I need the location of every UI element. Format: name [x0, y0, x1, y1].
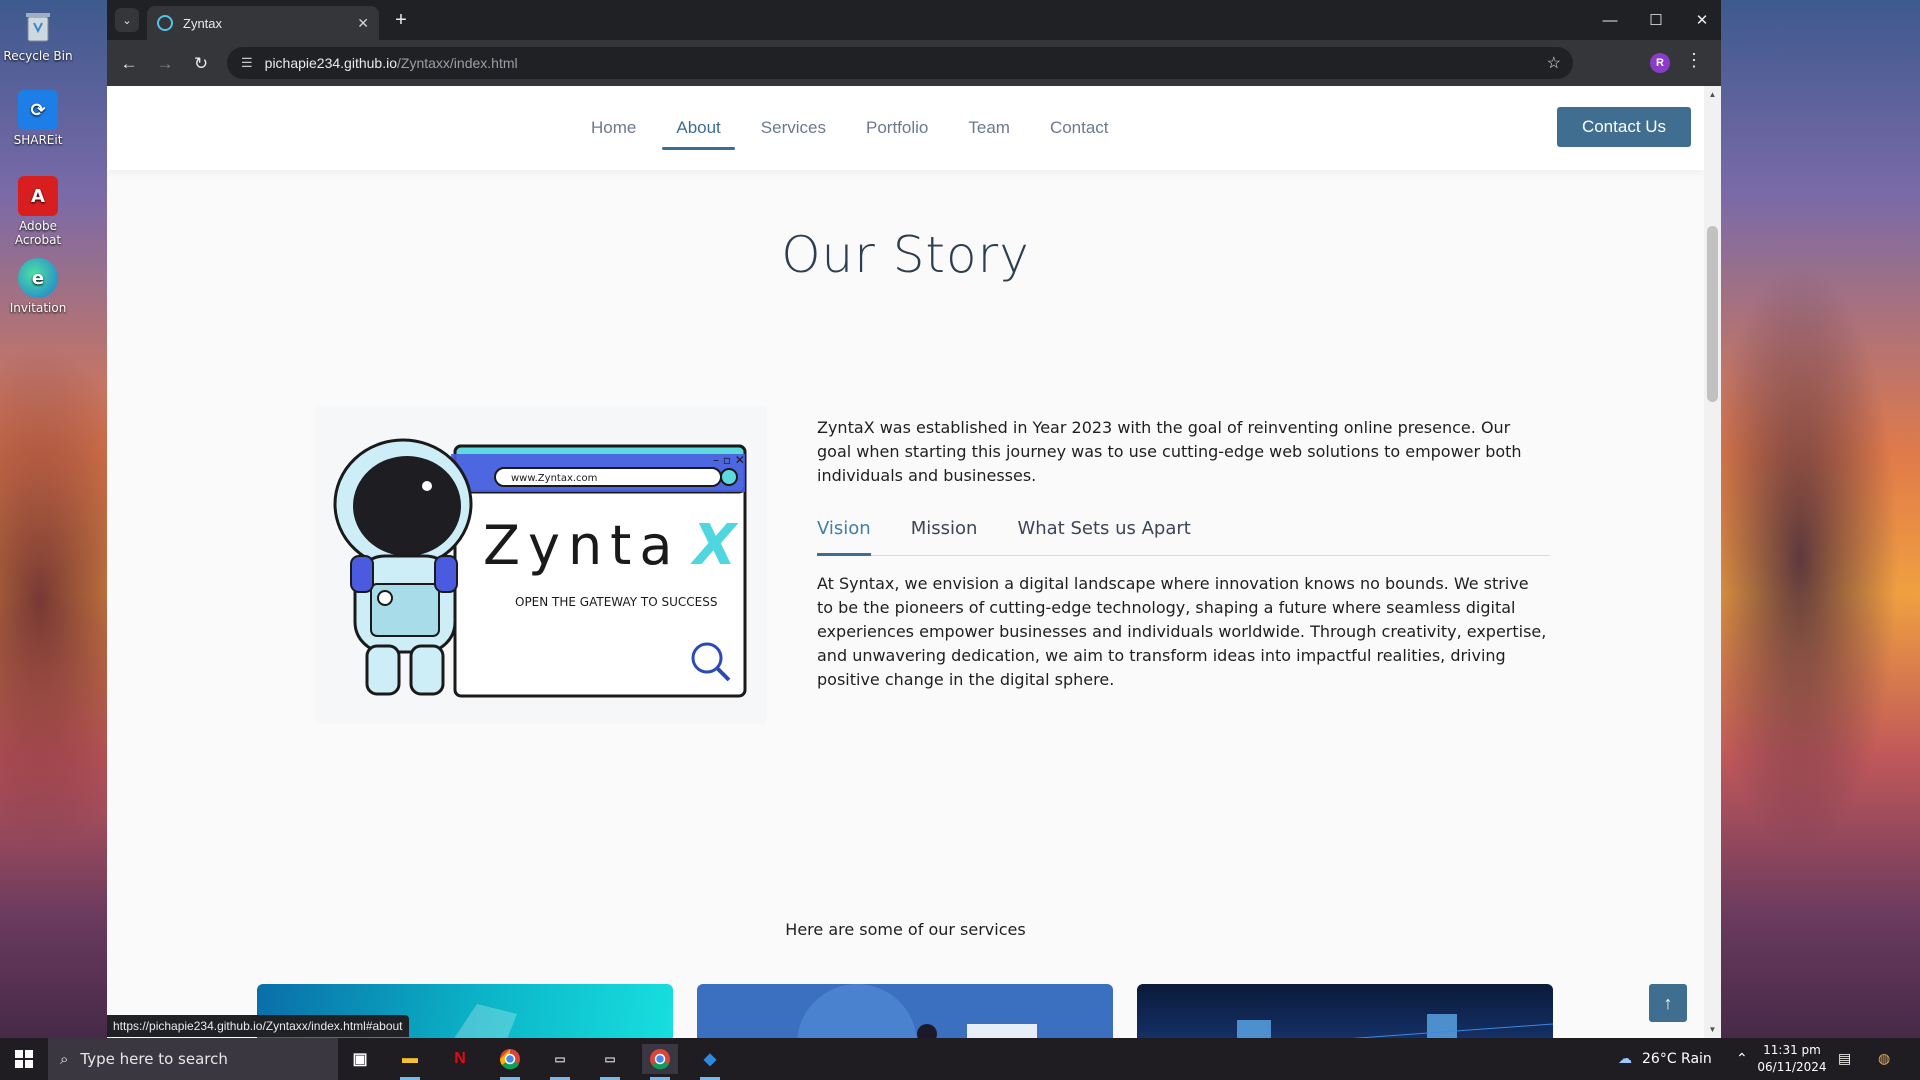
site-favicon-icon [157, 15, 173, 31]
desktop-icon-invitation[interactable]: e Invitation [0, 258, 76, 315]
tab-what-sets-us-apart[interactable]: What Sets us Apart [1017, 508, 1190, 555]
forward-button[interactable]: → [151, 50, 179, 78]
file-explorer-icon[interactable]: ▬ [392, 1044, 428, 1080]
close-tab-icon[interactable]: ✕ [357, 15, 369, 32]
tab-bar: ⌄ Zyntax ✕ + — ☐ ✕ [107, 0, 1721, 40]
main-nav: Home About Services Portfolio Team Conta… [571, 106, 1129, 150]
back-button[interactable]: ← [115, 50, 143, 78]
bookmark-star-icon[interactable]: ☆ [1547, 53, 1561, 73]
nav-services[interactable]: Services [741, 106, 846, 150]
app-window-icon-1[interactable]: ▭ [542, 1044, 578, 1080]
netflix-icon[interactable]: N [442, 1044, 478, 1074]
copilot-icon[interactable]: ◍ [1878, 1038, 1890, 1080]
page-viewport: Home About Services Portfolio Team Conta… [107, 86, 1704, 1038]
page-scrollbar[interactable]: ▲ ▼ [1704, 86, 1721, 1038]
browser-menu-icon[interactable]: ⋮ [1685, 50, 1703, 71]
shareit-icon: ⟳ [18, 90, 58, 130]
maximize-button[interactable]: ☐ [1633, 0, 1679, 40]
desktop-icon-shareit[interactable]: ⟳ SHAREit [0, 90, 76, 147]
adobe-acrobat-icon: A [18, 176, 58, 216]
story-tabs: Vision Mission What Sets us Apart [817, 508, 1550, 556]
notifications-icon[interactable]: ▤ [1838, 1038, 1851, 1080]
scrollbar-thumb[interactable] [1707, 226, 1718, 402]
scroll-up-arrow-icon[interactable]: ▲ [1708, 90, 1717, 99]
minimize-button[interactable]: — [1587, 0, 1633, 40]
app-window-icon-2[interactable]: ▭ [592, 1044, 628, 1080]
story-intro-text: ZyntaX was established in Year 2023 with… [817, 418, 1522, 485]
service-card-3[interactable] [1137, 984, 1553, 1038]
search-placeholder: Type here to search [80, 1050, 228, 1068]
nav-portfolio[interactable]: Portfolio [846, 106, 948, 150]
clock-date: 06/11/2024 [1757, 1060, 1827, 1074]
site-info-icon[interactable]: ☰ [241, 55, 253, 71]
taskbar-search[interactable]: ⌕ Type here to search [48, 1038, 338, 1080]
zyntax-hero-image: www.Zyntax.com – ▫ ✕ Zynta X OPEN THE GA… [315, 406, 767, 724]
browser-window: ⌄ Zyntax ✕ + — ☐ ✕ ← → ↻ ☰ pichapie234.g… [107, 0, 1721, 1038]
url-path: /Zyntaxx/index.html [397, 55, 518, 71]
windows-start-button[interactable] [0, 1038, 48, 1080]
tab-vision[interactable]: Vision [817, 508, 871, 556]
svg-text:www.Zyntax.com: www.Zyntax.com [511, 473, 597, 484]
status-bar-link: https://pichapie234.github.io/Zyntaxx/in… [107, 1015, 409, 1037]
close-window-button[interactable]: ✕ [1679, 0, 1721, 40]
address-bar[interactable]: ☰ pichapie234.github.io/Zyntaxx/index.ht… [227, 47, 1573, 79]
task-view-icon[interactable]: ▣ [342, 1044, 378, 1074]
reload-button[interactable]: ↻ [187, 50, 215, 78]
search-icon: ⌕ [60, 1050, 69, 1068]
nav-about[interactable]: About [656, 106, 740, 150]
vscode-icon[interactable]: ◆ [692, 1044, 728, 1080]
browser-tab[interactable]: Zyntax ✕ [147, 6, 379, 40]
svg-text:OPEN THE GATEWAY TO SUCCESS: OPEN THE GATEWAY TO SUCCESS [515, 595, 718, 609]
new-tab-button[interactable]: + [389, 8, 413, 32]
taskbar-clock[interactable]: 11:31 pm 06/11/2024 [1752, 1042, 1832, 1076]
browser-toolbar: ← → ↻ ☰ pichapie234.github.io/Zyntaxx/in… [107, 40, 1721, 86]
weather-rain-icon: ☁ [1618, 1051, 1632, 1067]
desktop-icon-recycle-bin[interactable]: Recycle Bin [0, 6, 76, 63]
tab-mission[interactable]: Mission [911, 508, 978, 555]
tab-title: Zyntax [183, 15, 223, 31]
clock-time: 11:31 pm [1763, 1043, 1821, 1057]
windows-logo-icon [15, 1050, 33, 1068]
tray-expand-icon[interactable]: ⌃ [1736, 1038, 1748, 1080]
desktop-icon-adobe-acrobat[interactable]: A Adobe Acrobat [0, 176, 76, 247]
services-caption: Here are some of our services [785, 920, 1026, 939]
taskbar: ⌕ Type here to search ▣ ▬ N ▭ ▭ ◆ ☁ 26°C… [0, 1038, 1920, 1080]
recycle-bin-icon [18, 6, 58, 46]
svg-text:Zynta: Zynta [483, 514, 680, 577]
svg-text:– ▫ ✕: – ▫ ✕ [713, 453, 745, 467]
page-title: Our Story [781, 226, 1030, 284]
nav-home[interactable]: Home [571, 106, 656, 150]
chrome-profile-icon[interactable] [642, 1044, 678, 1080]
scroll-down-arrow-icon[interactable]: ▼ [1708, 1025, 1717, 1034]
profile-avatar[interactable]: R [1650, 53, 1670, 73]
scroll-to-top-button[interactable]: ↑ [1649, 984, 1687, 1022]
weather-text: 26°C Rain [1642, 1051, 1712, 1067]
nav-team[interactable]: Team [948, 106, 1030, 150]
weather-widget[interactable]: ☁ 26°C Rain [1618, 1038, 1712, 1080]
edge-icon: e [18, 258, 58, 298]
service-card-2[interactable] [697, 984, 1113, 1038]
chrome-icon[interactable] [492, 1044, 528, 1080]
arrow-up-icon: ↑ [1663, 992, 1673, 1013]
tab-search-button[interactable]: ⌄ [115, 8, 139, 32]
nav-contact[interactable]: Contact [1030, 106, 1129, 150]
contact-us-button[interactable]: Contact Us [1557, 107, 1691, 147]
svg-text:X: X [690, 513, 739, 578]
vision-text: At Syntax, we envision a digital landsca… [817, 574, 1547, 689]
site-header: Home About Services Portfolio Team Conta… [107, 86, 1704, 170]
url-host: pichapie234.github.io [264, 55, 397, 71]
